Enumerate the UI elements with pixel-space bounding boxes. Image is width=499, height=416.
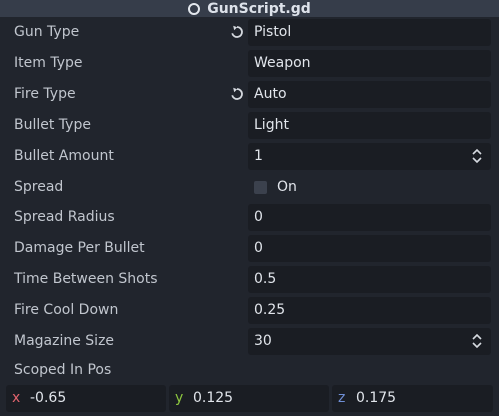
spread-checkbox-label: On [277,179,297,195]
fire-cool-down-field[interactable]: 0.25 [248,297,491,324]
property-fire-cool-down: Fire Cool Down 0.25 [0,295,499,326]
spread-checkbox[interactable] [254,181,267,194]
property-scoped-in-pos: Scoped In Pos [0,355,499,386]
property-damage-per-bullet: Damage Per Bullet 0 [0,233,499,264]
property-spread-radius: Spread Radius 0 [0,202,499,233]
property-label: Magazine Size [14,333,115,349]
magazine-size-value: 30 [254,333,272,349]
x-axis-label: x [12,390,21,406]
property-label: Spread Radius [14,209,115,225]
property-label: Bullet Type [14,117,91,133]
bullet-amount-value: 1 [254,148,263,164]
spread-radius-field[interactable]: 0 [248,204,491,231]
property-time-between-shots: Time Between Shots 0.5 [0,264,499,295]
spread-toggle[interactable]: On [248,174,491,201]
property-item-type: Item Type Weapon [0,48,499,79]
property-gun-type: Gun Type Pistol [0,17,499,48]
scoped-in-pos-y-field[interactable]: y 0.125 [169,385,329,412]
item-type-field[interactable]: Weapon [248,50,491,77]
z-value: 0.175 [356,390,397,406]
fire-type-field[interactable]: Auto [248,81,491,108]
property-label: Fire Type [14,86,76,102]
bullet-amount-field[interactable]: 1 [248,143,491,170]
property-label: Item Type [14,55,83,71]
property-bullet-type: Bullet Type Light [0,110,499,141]
script-title: GunScript.gd [207,0,311,17]
property-fire-type: Fire Type Auto [0,79,499,110]
x-value: -0.65 [30,390,67,406]
magazine-size-field[interactable]: 30 [248,328,491,355]
scoped-in-pos-z-field[interactable]: z 0.175 [332,385,493,412]
y-axis-label: y [175,390,184,406]
property-label: Gun Type [14,24,80,40]
gun-type-field[interactable]: Pistol [248,19,491,46]
property-label: Bullet Amount [14,148,114,164]
property-bullet-amount: Bullet Amount 1 [0,141,499,172]
property-label: Fire Cool Down [14,302,119,318]
property-spread: Spread On [0,172,499,203]
property-label: Spread [14,179,64,195]
time-between-shots-field[interactable]: 0.5 [248,266,491,293]
revert-icon[interactable] [230,87,244,101]
spinner-icon[interactable] [471,333,483,349]
property-label: Scoped In Pos [14,362,112,378]
scoped-in-pos-x-field[interactable]: x -0.65 [6,385,166,412]
spinner-icon[interactable] [471,148,483,164]
script-icon [188,2,201,15]
property-label: Time Between Shots [14,271,158,287]
script-header[interactable]: GunScript.gd [0,0,499,17]
inspector-panel: Gun Type Pistol Item Type Weapon Fire Ty… [0,17,499,416]
property-magazine-size: Magazine Size 30 [0,326,499,357]
revert-icon[interactable] [230,25,244,39]
property-label: Damage Per Bullet [14,240,145,256]
damage-per-bullet-field[interactable]: 0 [248,235,491,262]
bullet-type-field[interactable]: Light [248,112,491,139]
z-axis-label: z [338,390,346,406]
y-value: 0.125 [193,390,234,406]
